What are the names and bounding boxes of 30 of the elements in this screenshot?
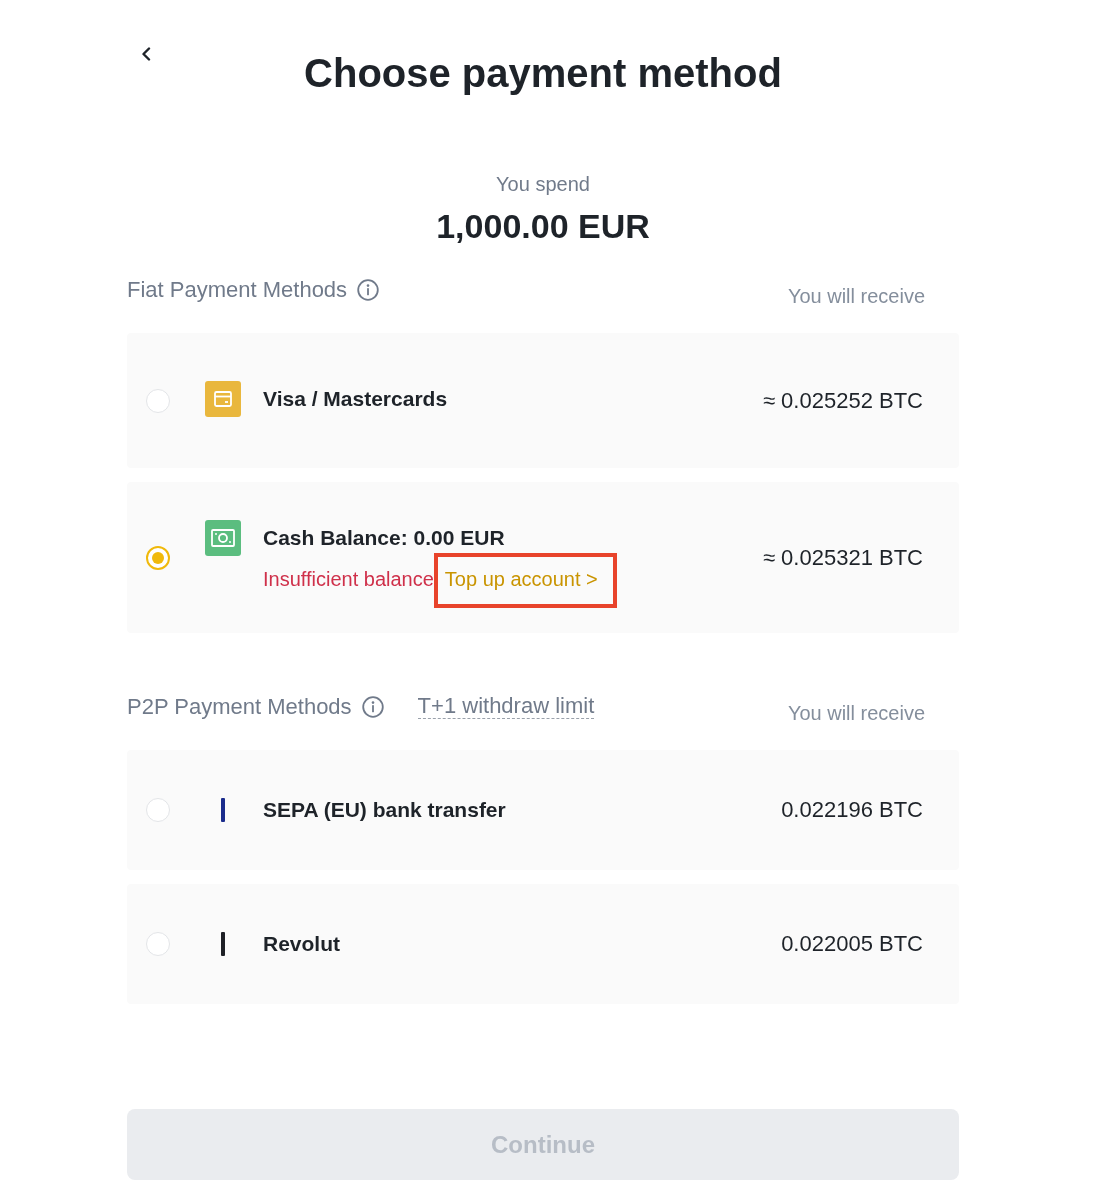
insufficient-balance-text: Insufficient balance (263, 567, 434, 591)
banknote-icon (205, 520, 241, 556)
method-name: Revolut (263, 931, 340, 957)
receive-amount: 0.022005 BTC (781, 930, 923, 958)
payment-method-card[interactable]: Revolut 0.022005 BTC (127, 884, 959, 1004)
section-title: P2P Payment Methods (127, 693, 352, 721)
back-chevron-icon[interactable] (141, 47, 151, 61)
payment-method-card[interactable]: Cash Balance: 0.00 EUR Insufficient balance Top up account > ≈ 0.025321 BTC (127, 482, 959, 633)
info-icon[interactable] (361, 696, 384, 718)
method-name: Cash Balance: 0.00 EUR (263, 525, 505, 551)
spend-amount: 1,000.00 EUR (436, 206, 650, 246)
page-title: Choose payment method (303, 50, 783, 97)
credit-card-icon (205, 380, 241, 417)
withdraw-limit-note[interactable]: T+1 withdraw limit (417, 693, 595, 719)
method-name: Visa / Mastercards (263, 385, 448, 412)
info-icon[interactable] (357, 279, 380, 301)
radio-button[interactable] (146, 545, 170, 570)
receive-amount: 0.022196 BTC (781, 796, 923, 824)
radio-button[interactable] (146, 798, 170, 822)
spend-label: You spend (496, 172, 590, 196)
receive-amount: ≈ 0.025252 BTC (762, 386, 923, 415)
receive-label: You will receive (787, 284, 925, 308)
receive-amount: ≈ 0.025321 BTC (762, 543, 923, 572)
receive-label: You will receive (787, 701, 925, 725)
radio-button[interactable] (146, 932, 170, 956)
method-name: SEPA (EU) bank transfer (263, 797, 506, 823)
payment-method-card[interactable]: Visa / Mastercards ≈ 0.025252 BTC (127, 333, 959, 468)
section-title: Fiat Payment Methods (127, 276, 348, 304)
radio-button[interactable] (146, 388, 170, 413)
payment-method-card[interactable]: SEPA (EU) bank transfer 0.022196 BTC (127, 750, 959, 870)
